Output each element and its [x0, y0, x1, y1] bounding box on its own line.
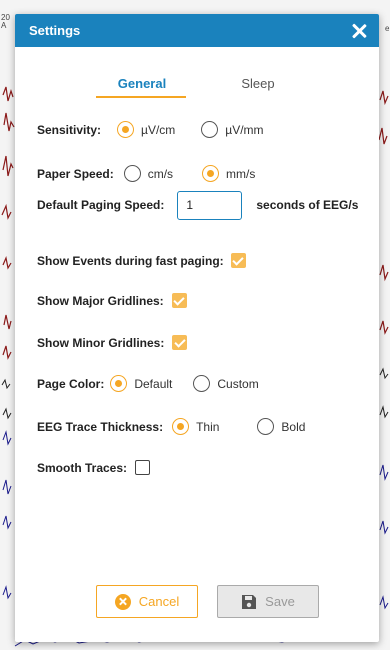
show-minor-gridlines-row: Show Minor Gridlines:	[37, 335, 188, 350]
show-events-checkbox[interactable]	[230, 253, 246, 268]
eeg-trace-thickness-label: EEG Trace Thickness:	[37, 419, 164, 434]
trace-thin-radio[interactable]: Thin	[172, 418, 219, 435]
sensitivity-label: Sensitivity:	[37, 122, 102, 137]
radio-selected-icon	[117, 121, 135, 138]
save-button[interactable]: Save	[217, 585, 319, 618]
paper-speed-label: Paper Speed:	[37, 166, 114, 181]
settings-dialog: Settings General Sleep Sensitivity: µV/c…	[15, 14, 379, 642]
smooth-traces-checkbox[interactable]	[135, 460, 151, 475]
sensitivity-row: Sensitivity: µV/cm µV/mm	[37, 121, 264, 138]
active-tab-indicator	[96, 96, 186, 98]
radio-unselected-icon	[123, 165, 141, 182]
sensitivity-uv-cm-radio[interactable]: µV/cm	[117, 121, 175, 138]
radio-selected-icon	[110, 375, 128, 392]
tab-sleep[interactable]: Sleep	[15, 76, 379, 91]
page-color-custom-radio[interactable]: Custom	[193, 375, 259, 392]
radio-unselected-icon	[257, 418, 275, 435]
smooth-traces-row: Smooth Traces:	[37, 460, 151, 475]
page-color-default-radio[interactable]: Default	[110, 375, 172, 392]
background-date-fragment: 20 A	[1, 13, 10, 30]
page-color-label: Page Color:	[37, 376, 105, 391]
radio-selected-icon	[202, 165, 220, 182]
default-paging-speed-label: Default Paging Speed:	[37, 198, 165, 212]
save-icon	[242, 594, 257, 609]
background-right-fragment: e	[385, 24, 390, 33]
cancel-icon	[114, 593, 131, 610]
paper-speed-mm-s-radio[interactable]: mm/s	[202, 165, 255, 182]
paper-speed-row: Paper Speed: cm/s mm/s	[37, 165, 255, 182]
page-color-row: Page Color: Default Custom	[37, 375, 259, 392]
sensitivity-uv-mm-radio[interactable]: µV/mm	[201, 121, 264, 138]
tab-bar: General Sleep	[15, 47, 379, 98]
show-minor-gridlines-checkbox[interactable]	[172, 335, 188, 350]
dialog-titlebar: Settings	[15, 14, 379, 47]
save-button-label: Save	[265, 594, 295, 609]
show-minor-gridlines-label: Show Minor Gridlines:	[37, 335, 165, 350]
trace-bold-radio[interactable]: Bold	[257, 418, 305, 435]
dialog-title: Settings	[29, 23, 81, 38]
radio-unselected-icon	[193, 375, 211, 392]
radio-unselected-icon	[201, 121, 219, 138]
default-paging-speed-row: Default Paging Speed: seconds of EEG/s	[37, 190, 358, 220]
smooth-traces-label: Smooth Traces:	[37, 460, 128, 475]
eeg-trace-thickness-row: EEG Trace Thickness: Thin Bold	[37, 418, 305, 435]
close-icon[interactable]	[349, 21, 369, 41]
show-major-gridlines-checkbox[interactable]	[171, 293, 187, 308]
show-major-gridlines-row: Show Major Gridlines:	[37, 293, 187, 308]
paging-speed-suffix: seconds of EEG/s	[256, 198, 359, 212]
radio-selected-icon	[172, 418, 190, 435]
paper-speed-cm-s-radio[interactable]: cm/s	[123, 165, 173, 182]
paging-speed-input[interactable]	[177, 190, 243, 220]
show-events-row: Show Events during fast paging:	[37, 253, 246, 268]
show-events-label: Show Events during fast paging:	[37, 253, 224, 268]
cancel-button[interactable]: Cancel	[96, 585, 198, 618]
show-major-gridlines-label: Show Major Gridlines:	[37, 293, 164, 308]
cancel-button-label: Cancel	[138, 594, 180, 609]
